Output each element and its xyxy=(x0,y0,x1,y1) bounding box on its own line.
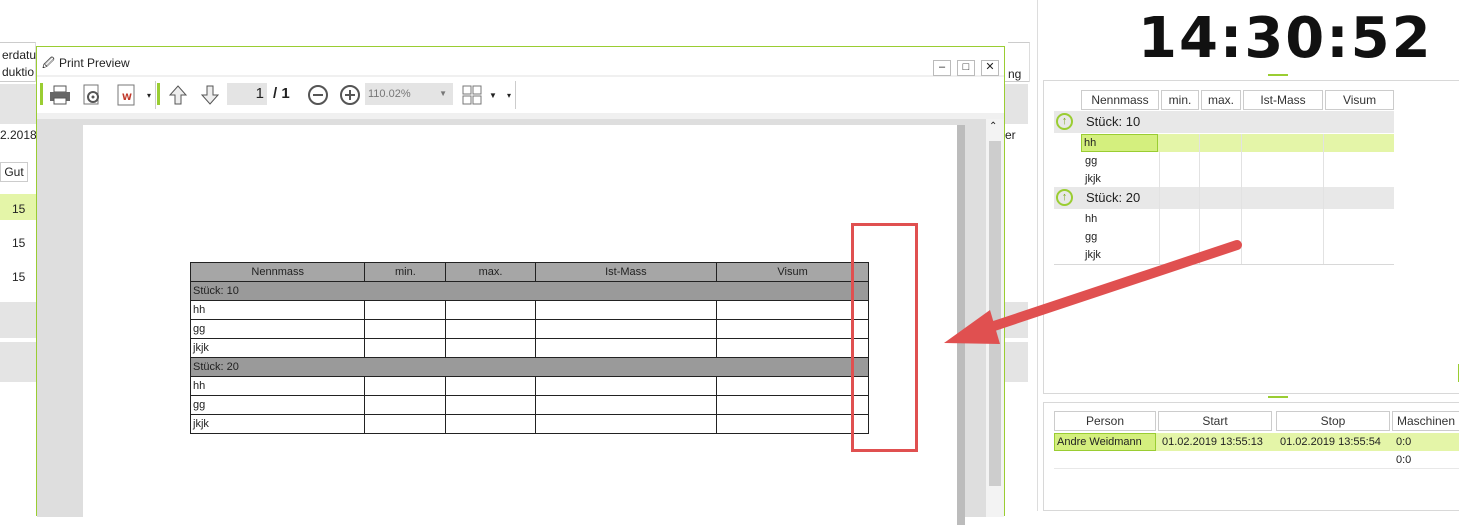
annotation-arrow xyxy=(944,240,1242,344)
arrow-shaft xyxy=(980,240,1242,334)
arrow-head xyxy=(944,310,1000,344)
